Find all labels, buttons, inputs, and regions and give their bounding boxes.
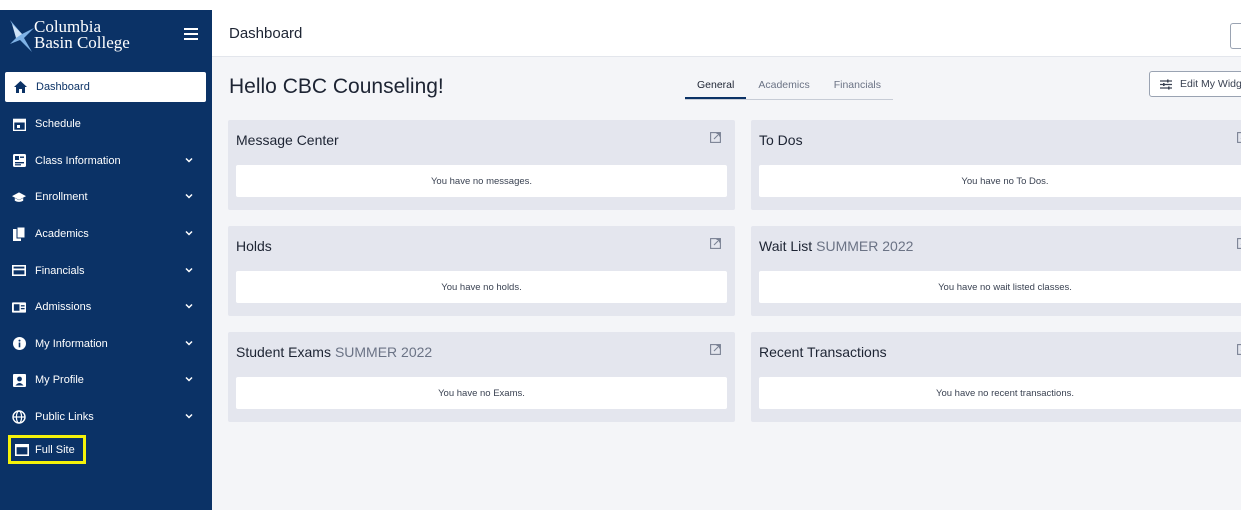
sidebar-item-label: Academics xyxy=(35,228,89,241)
sliders-icon xyxy=(1160,79,1172,89)
todos-card: To Dos You have no To Dos. xyxy=(751,120,1241,210)
sidebar-item-label: Financials xyxy=(35,264,85,277)
profile-icon xyxy=(12,373,26,387)
sidebar-item-label: Class Information xyxy=(35,154,121,167)
main-content: Hello CBC Counseling! General Academics … xyxy=(212,57,1241,510)
waitlist-card: Wait List SUMMER 2022 You have no wait li… xyxy=(751,226,1241,316)
card-title: Holds xyxy=(236,238,272,254)
card-body: You have no holds. xyxy=(236,271,727,303)
edit-my-widgets-label: Edit My Widgets xyxy=(1180,78,1241,90)
hamburger-menu-icon[interactable] xyxy=(184,28,198,40)
card-title: To Dos xyxy=(759,132,803,148)
brand-line-2: Basin College xyxy=(34,33,130,52)
card-body: You have no recent transactions. xyxy=(759,377,1241,409)
college-logo-icon xyxy=(10,20,34,52)
chevron-down-icon xyxy=(185,304,193,309)
external-link-icon[interactable] xyxy=(710,344,721,355)
credit-card-icon xyxy=(12,264,26,278)
graduation-cap-icon xyxy=(12,190,26,204)
documents-icon xyxy=(12,227,26,242)
full-site-label: Full Site xyxy=(35,443,75,456)
card-body: You have no wait listed classes. xyxy=(759,271,1241,303)
tab-financials[interactable]: Financials xyxy=(822,77,893,97)
card-body: You have no Exams. xyxy=(236,377,727,409)
sidebar-item-label: Enrollment xyxy=(35,191,88,204)
info-icon xyxy=(12,337,26,351)
sidebar-item-label: Schedule xyxy=(35,118,81,131)
external-link-icon[interactable] xyxy=(1237,344,1241,355)
greeting: Hello CBC Counseling! xyxy=(229,75,444,98)
chevron-down-icon xyxy=(185,231,193,236)
top-strip xyxy=(0,0,1241,10)
brand[interactable]: Columbia Basin College xyxy=(0,10,212,66)
sidebar-item-enrollment[interactable]: Enrollment xyxy=(0,179,212,216)
chevron-down-icon xyxy=(185,377,193,383)
chevron-down-icon xyxy=(185,267,193,273)
window-icon xyxy=(15,443,29,456)
sidebar-item-label: Public Links xyxy=(35,411,94,424)
sidebar-item-label: Admissions xyxy=(35,301,92,314)
chevron-down-icon xyxy=(185,414,193,419)
sidebar-item-class-information[interactable]: Class Information xyxy=(0,143,212,180)
chevron-down-icon xyxy=(185,194,193,200)
sidebar: Columbia Basin College Dashboard Schedul… xyxy=(0,10,212,510)
chevron-down-icon xyxy=(185,157,193,163)
external-link-icon[interactable] xyxy=(710,132,721,143)
globe-icon xyxy=(12,410,26,424)
sidebar-item-label: My Information xyxy=(35,337,108,350)
sidebar-item-label: My Profile xyxy=(35,374,84,387)
tab-academics[interactable]: Academics xyxy=(746,77,821,97)
class-info-icon xyxy=(12,154,26,168)
tab-general[interactable]: General xyxy=(685,77,747,99)
id-card-icon xyxy=(12,300,26,314)
brand-name: Columbia Basin College xyxy=(34,18,130,52)
sidebar-item-academics[interactable]: Academics xyxy=(0,216,212,253)
page-title: Dashboard xyxy=(229,25,303,42)
sidebar-item-label: Dashboard xyxy=(36,81,90,93)
sidebar-item-schedule[interactable]: Schedule xyxy=(0,106,212,143)
card-body: You have no messages. xyxy=(236,165,727,197)
calendar-icon xyxy=(12,117,26,131)
sidebar-item-financials[interactable]: Financials xyxy=(0,252,212,289)
holds-card: Holds You have no holds. xyxy=(228,226,735,316)
student-exams-card: Student Exams SUMMER 2022 You have no Exa… xyxy=(228,332,735,422)
external-link-icon[interactable] xyxy=(710,238,721,249)
page-header: Dashboard xyxy=(212,10,1241,57)
card-title: Wait List SUMMER 2022 xyxy=(759,238,914,254)
recent-transactions-card: Recent Transactions You have no recent t… xyxy=(751,332,1241,422)
sidebar-nav: Dashboard Schedule Class Information Enr… xyxy=(0,70,212,435)
sidebar-item-dashboard[interactable]: Dashboard xyxy=(5,72,206,102)
dashboard-tabs: General Academics Financials xyxy=(685,77,893,100)
message-center-card: Message Center You have no messages. xyxy=(228,120,735,210)
edit-my-widgets-button[interactable]: Edit My Widgets xyxy=(1149,71,1241,97)
card-title: Recent Transactions xyxy=(759,344,887,360)
card-title: Message Center xyxy=(236,132,339,148)
card-body: You have no To Dos. xyxy=(759,165,1241,197)
header-action-button[interactable] xyxy=(1230,23,1241,49)
chevron-down-icon xyxy=(185,340,193,346)
external-link-icon[interactable] xyxy=(1237,132,1241,143)
sidebar-item-my-information[interactable]: My Information xyxy=(0,326,212,363)
sidebar-item-admissions[interactable]: Admissions xyxy=(0,289,212,326)
sidebar-item-public-links[interactable]: Public Links xyxy=(0,399,212,436)
full-site-link[interactable]: Full Site xyxy=(8,435,86,464)
sidebar-item-my-profile[interactable]: My Profile xyxy=(0,362,212,399)
home-icon xyxy=(13,80,27,94)
external-link-icon[interactable] xyxy=(1237,238,1241,249)
card-title: Student Exams SUMMER 2022 xyxy=(236,344,433,360)
